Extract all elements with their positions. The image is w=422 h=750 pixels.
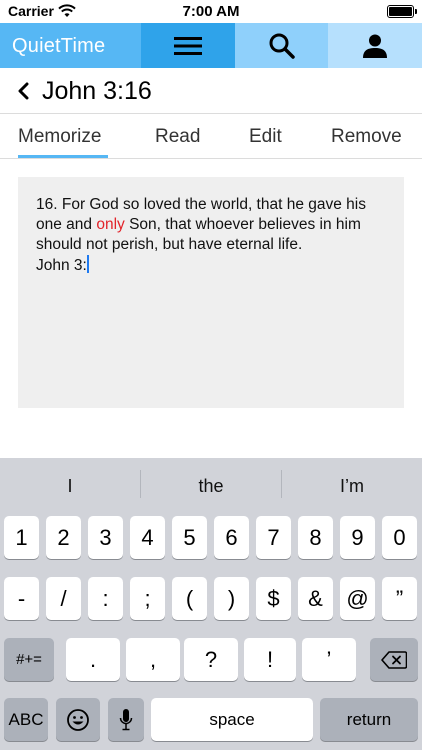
- key-apostrophe[interactable]: ’: [302, 638, 356, 681]
- verse-textarea[interactable]: 16. For God so loved the world, that he …: [18, 177, 404, 408]
- key-dollar[interactable]: $: [256, 577, 291, 620]
- key-7[interactable]: 7: [256, 516, 291, 559]
- key-at[interactable]: @: [340, 577, 375, 620]
- backspace-key[interactable]: [370, 638, 418, 681]
- key-4[interactable]: 4: [130, 516, 165, 559]
- page-title: John 3:16: [42, 77, 152, 105]
- key-question[interactable]: ?: [184, 638, 238, 681]
- key-colon[interactable]: :: [88, 577, 123, 620]
- back-button[interactable]: [13, 80, 33, 102]
- suggestion-1[interactable]: I: [0, 476, 140, 497]
- key-ampersand[interactable]: &: [298, 577, 333, 620]
- key-period[interactable]: .: [66, 638, 120, 681]
- key-open-paren[interactable]: (: [172, 577, 207, 620]
- key-exclamation[interactable]: !: [244, 638, 296, 681]
- key-quote[interactable]: ”: [382, 577, 417, 620]
- battery-icon: [387, 5, 417, 18]
- key-8[interactable]: 8: [298, 516, 333, 559]
- microphone-icon: [119, 708, 133, 730]
- tab-bar: Memorize Read Edit Remove: [0, 115, 422, 159]
- user-icon: [363, 34, 387, 58]
- app-brand[interactable]: QuietTime: [0, 23, 141, 68]
- key-2[interactable]: 2: [46, 516, 81, 559]
- hamburger-icon: [174, 36, 202, 55]
- tab-remove[interactable]: Remove: [331, 126, 402, 148]
- search-icon: [269, 33, 295, 59]
- suggestion-2[interactable]: the: [141, 476, 281, 497]
- emoji-key[interactable]: [56, 698, 100, 741]
- search-button[interactable]: [235, 23, 328, 68]
- key-semicolon[interactable]: ;: [130, 577, 165, 620]
- tab-read[interactable]: Read: [155, 126, 200, 148]
- app-header: QuietTime: [0, 23, 422, 68]
- symbols-toggle-key[interactable]: #+=: [4, 638, 54, 681]
- key-9[interactable]: 9: [340, 516, 375, 559]
- key-0[interactable]: 0: [382, 516, 417, 559]
- reference-input-text: John 3:: [36, 257, 87, 274]
- menu-button[interactable]: [141, 23, 235, 68]
- status-bar: Carrier 7:00 AM: [0, 0, 422, 23]
- tab-memorize[interactable]: Memorize: [18, 126, 101, 148]
- highlighted-word: only: [96, 216, 125, 233]
- active-tab-indicator: [18, 155, 108, 158]
- keyboard: I the I’m 1 2 3 4 5 6 7 8 9 0 - / : ; ( …: [0, 458, 422, 750]
- key-hyphen[interactable]: -: [4, 577, 39, 620]
- key-6[interactable]: 6: [214, 516, 249, 559]
- tab-edit[interactable]: Edit: [249, 126, 282, 148]
- suggestion-bar: I the I’m: [0, 458, 422, 512]
- key-comma[interactable]: ,: [126, 638, 180, 681]
- suggestion-3[interactable]: I’m: [282, 476, 422, 497]
- text-caret: [86, 255, 89, 273]
- key-3[interactable]: 3: [88, 516, 123, 559]
- title-bar: John 3:16: [0, 68, 422, 114]
- chevron-left-icon: [18, 82, 29, 100]
- abc-key[interactable]: ABC: [4, 698, 48, 741]
- key-5[interactable]: 5: [172, 516, 207, 559]
- key-1[interactable]: 1: [4, 516, 39, 559]
- emoji-icon: [67, 708, 89, 731]
- return-key[interactable]: return: [320, 698, 418, 741]
- space-key[interactable]: space: [151, 698, 313, 741]
- profile-button[interactable]: [328, 23, 422, 68]
- dictation-key[interactable]: [108, 698, 144, 741]
- key-slash[interactable]: /: [46, 577, 81, 620]
- clock: 7:00 AM: [182, 3, 240, 20]
- backspace-icon: [381, 650, 407, 669]
- key-close-paren[interactable]: ): [214, 577, 249, 620]
